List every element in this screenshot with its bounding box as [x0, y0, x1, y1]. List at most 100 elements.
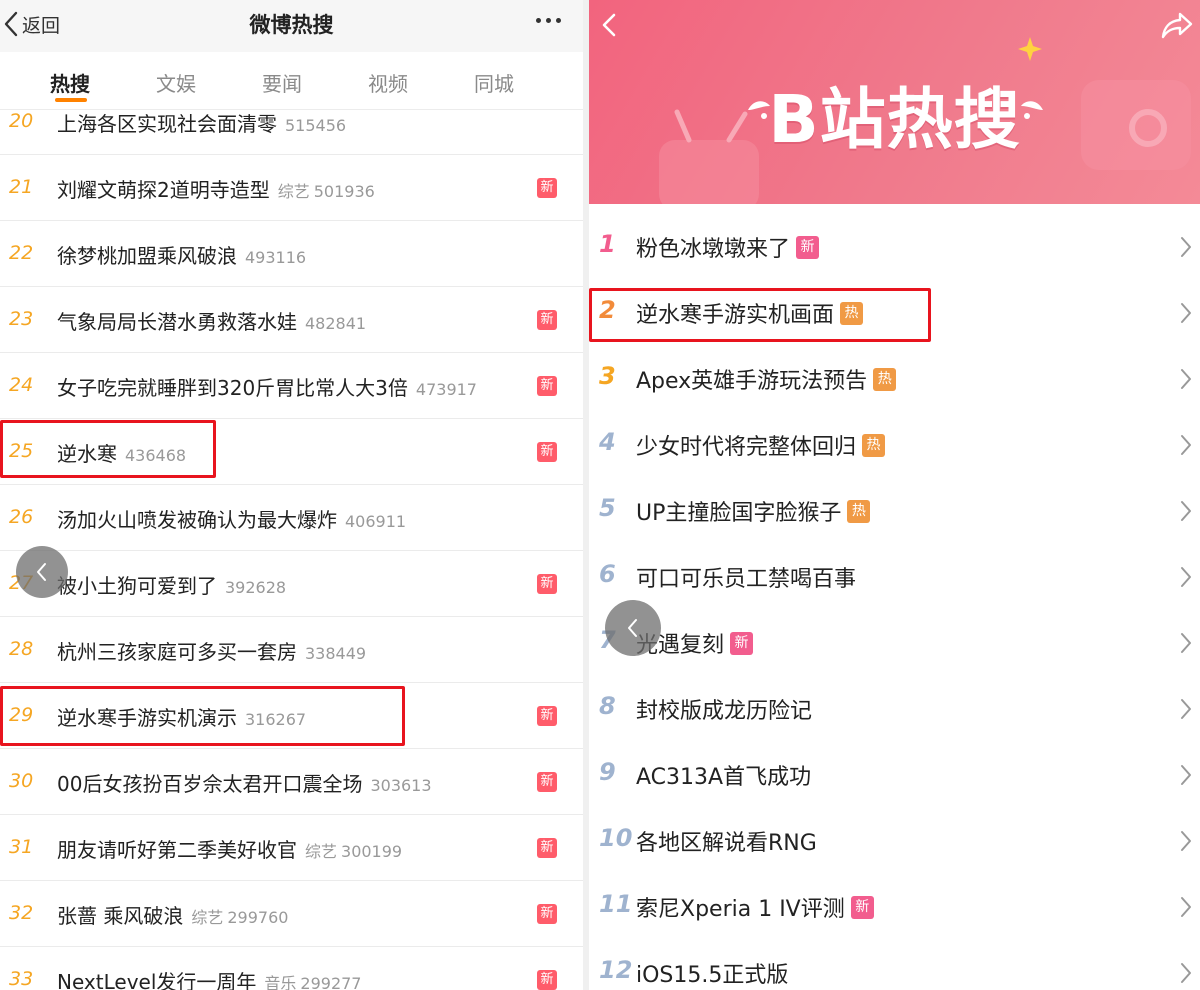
active-tab-indicator [55, 98, 87, 102]
list-item[interactable]: 24 女子吃完就睡胖到320斤胃比常人大3倍 473917 新 [0, 353, 583, 419]
rank-number: 12 [599, 956, 633, 984]
list-item[interactable]: 23 气象局局长潜水勇救落水娃 482841 新 [0, 287, 583, 353]
list-item[interactable]: 3 Apex英雄手游玩法预告热 [589, 346, 1200, 412]
item-title: 上海各区实现社会面清零 [57, 112, 277, 136]
list-item[interactable]: 33 NextLevel发行一周年 音乐 299277 新 [0, 947, 583, 990]
bilibili-hot-search-panel: B站热搜 1 粉色冰墩墩来了新 2 逆水寒手游实机画面热 3 Apex英雄手游玩法预告热 4… [589, 0, 1200, 990]
bilibili-banner: B站热搜 [589, 0, 1200, 204]
list-item[interactable]: 9 AC313A首飞成功 [589, 742, 1200, 808]
chevron-right-icon [1181, 963, 1191, 983]
list-item[interactable]: 4 少女时代将完整体回归热 [589, 412, 1200, 478]
item-text: 张蔷 乘风破浪 综艺 299760 [57, 900, 288, 929]
chevron-right-icon [1181, 369, 1191, 389]
back-button[interactable] [597, 12, 621, 38]
chevron-right-icon [1181, 567, 1191, 587]
tab-video[interactable]: 视频 [368, 68, 408, 97]
item-category: 音乐 [264, 974, 297, 990]
list-item[interactable]: 11 索尼Xperia 1 IV评测新 [589, 874, 1200, 940]
item-title: Apex英雄手游玩法预告 [636, 369, 868, 394]
rank-number: 31 [9, 836, 34, 858]
tab-entertainment[interactable]: 文娱 [156, 68, 196, 97]
item-heat-count: 473917 [415, 380, 477, 399]
weibo-hot-search-panel: 返回 微博热搜 20 上海各区实现社会面清零 515456 21 刘耀文萌探2道明寺造型… [0, 0, 583, 990]
list-item[interactable]: 10 各地区解说看RNG [589, 808, 1200, 874]
item-text: 各地区解说看RNG [636, 825, 817, 857]
weibo-tab-bar: 热搜 文娱 要闻 视频 同城 [0, 52, 583, 110]
item-heat-count: 482841 [305, 314, 367, 333]
item-title: 徐梦桃加盟乘风破浪 [57, 244, 237, 268]
new-badge: 新 [537, 904, 557, 924]
item-title: 少女时代将完整体回归 [636, 435, 857, 460]
list-item[interactable]: 1 粉色冰墩墩来了新 [589, 214, 1200, 280]
list-item[interactable]: 26 汤加火山喷发被确认为最大爆炸 406911 [0, 485, 583, 551]
item-text: 粉色冰墩墩来了新 [636, 231, 820, 263]
item-title: 女子吃完就睡胖到320斤胃比常人大3倍 [57, 376, 408, 400]
new-badge: 新 [537, 310, 557, 330]
weibo-header: 返回 微博热搜 [0, 0, 583, 52]
share-icon[interactable] [1160, 10, 1194, 40]
chevron-right-icon [1181, 699, 1191, 719]
chevron-right-icon [1181, 303, 1191, 323]
rank-number: 4 [599, 428, 616, 456]
list-item[interactable]: 27被小土狗可爱到了392628新 [0, 551, 583, 617]
list-item[interactable]: 22 徐梦桃加盟乘风破浪 493116 [0, 221, 583, 287]
rank-number: 33 [9, 968, 34, 990]
highlight-box-rank-2 [589, 288, 931, 342]
item-text: 00后女孩扮百岁佘太君开口震全场 303613 [57, 768, 432, 797]
list-item[interactable]: 28 杭州三孩家庭可多买一套房 338449 [0, 617, 583, 683]
tab-hot-search[interactable]: 热搜 [50, 68, 90, 97]
list-item[interactable]: 21 刘耀文萌探2道明寺造型 综艺 501936 新 [0, 155, 583, 221]
item-heat-count: 300199 [341, 842, 403, 861]
item-title: 张蔷 乘风破浪 [57, 904, 184, 928]
hot-badge: 热 [847, 499, 871, 523]
item-text: 杭州三孩家庭可多买一套房 338449 [57, 636, 366, 665]
list-item[interactable]: 7光遇复刻新 [589, 610, 1200, 676]
list-item[interactable]: 31 朋友请听好第二季美好收官 综艺 300199 新 [0, 815, 583, 881]
new-badge: 新 [537, 706, 557, 726]
rank-number: 21 [9, 176, 34, 198]
rank-number: 10 [599, 824, 633, 852]
new-badge: 新 [850, 895, 874, 919]
more-options-icon[interactable] [536, 18, 561, 23]
item-heat-count: 515456 [285, 116, 347, 135]
rank-number: 6 [599, 560, 616, 588]
item-title: 粉色冰墩墩来了 [636, 237, 791, 262]
rank-number: 28 [9, 638, 34, 660]
list-item[interactable]: 30 00后女孩扮百岁佘太君开口震全场 303613 新 [0, 749, 583, 815]
chevron-left-icon [628, 619, 637, 637]
list-item[interactable]: 6 可口可乐员工禁喝百事 [589, 544, 1200, 610]
float-back-button[interactable] [605, 600, 661, 656]
item-title: 各地区解说看RNG [636, 831, 817, 856]
chevron-right-icon [1181, 831, 1191, 851]
item-title: 汤加火山喷发被确认为最大爆炸 [57, 508, 337, 532]
rank-number: 1 [599, 230, 616, 258]
item-title: 封校版成龙历险记 [636, 699, 813, 724]
hot-badge: 热 [862, 433, 886, 457]
list-item[interactable]: 32 张蔷 乘风破浪 综艺 299760 新 [0, 881, 583, 947]
screenshot-root: 返回 微博热搜 20 上海各区实现社会面清零 515456 21 刘耀文萌探2道明寺造型… [0, 0, 1200, 990]
rank-number: 32 [9, 902, 34, 924]
item-text: 汤加火山喷发被确认为最大爆炸 406911 [57, 504, 406, 533]
item-text: AC313A首飞成功 [636, 759, 811, 791]
list-item[interactable]: 12 iOS15.5正式版 [589, 940, 1200, 990]
item-title: UP主撞脸国字脸猴子 [636, 501, 842, 526]
highlight-box-rank-29 [0, 686, 405, 746]
list-item[interactable]: 8 封校版成龙历险记 [589, 676, 1200, 742]
tab-news[interactable]: 要闻 [262, 68, 302, 97]
float-back-button[interactable] [16, 546, 68, 598]
item-heat-count: 299760 [227, 908, 289, 927]
rank-number: 26 [9, 506, 34, 528]
rank-number: 5 [599, 494, 616, 522]
new-badge: 新 [537, 574, 557, 594]
item-title: NextLevel发行一周年 [57, 970, 257, 990]
item-text: 封校版成龙历险记 [636, 693, 812, 725]
rank-number: 20 [9, 110, 34, 132]
tab-local[interactable]: 同城 [474, 68, 514, 97]
item-text: UP主撞脸国字脸猴子热 [636, 495, 871, 527]
item-heat-count: 338449 [305, 644, 367, 663]
item-text: 上海各区实现社会面清零 515456 [57, 108, 346, 137]
rank-number: 30 [9, 770, 34, 792]
list-item[interactable]: 5 UP主撞脸国字脸猴子热 [589, 478, 1200, 544]
sparkle-icon [1018, 37, 1042, 61]
item-text: 刘耀文萌探2道明寺造型 综艺 501936 [57, 174, 375, 203]
